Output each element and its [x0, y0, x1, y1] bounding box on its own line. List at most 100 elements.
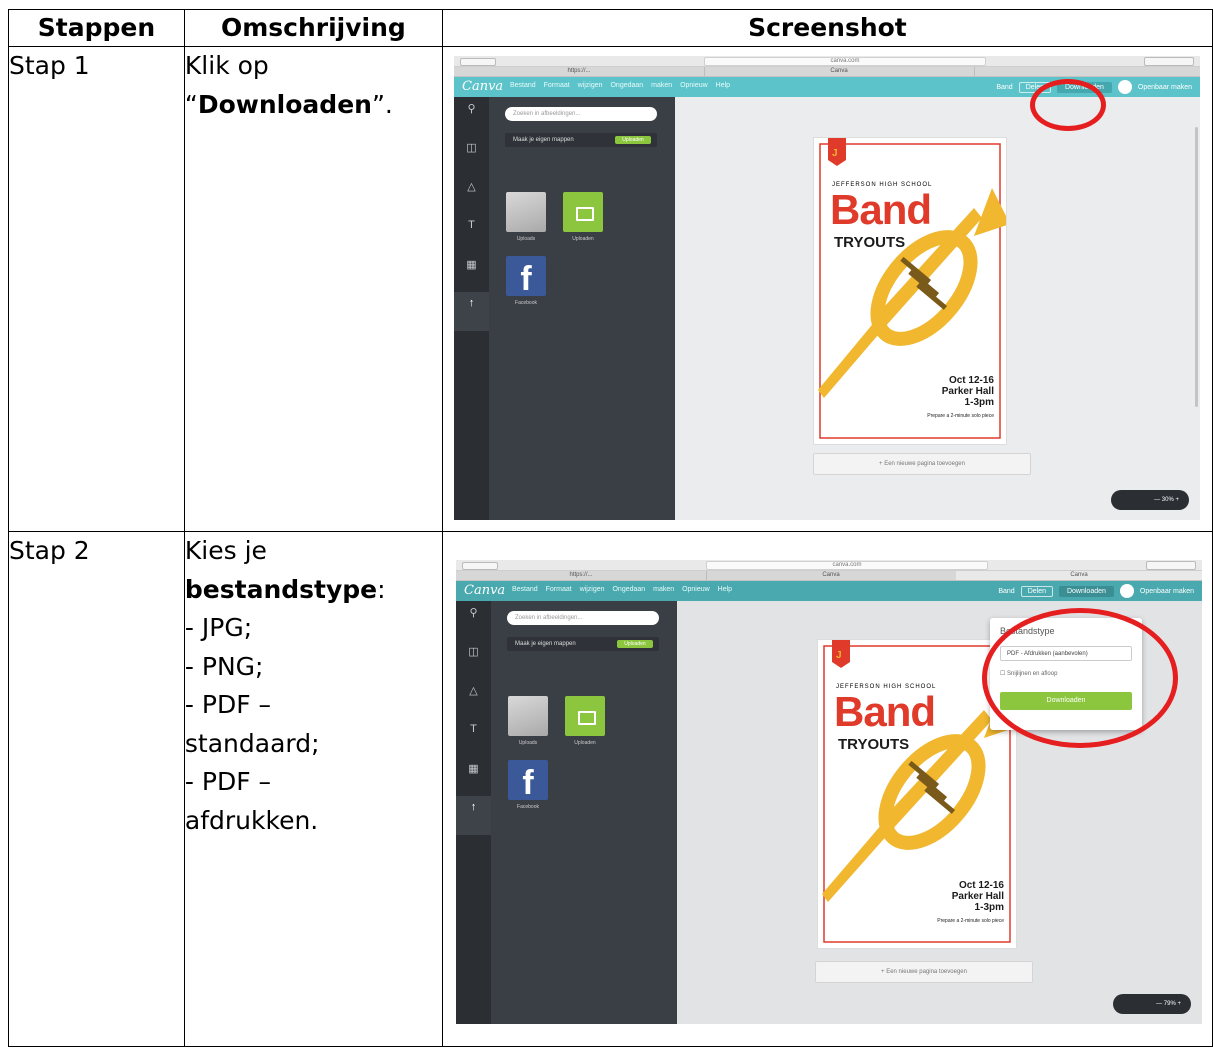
sidebar-background-icon[interactable]: ▦: [454, 253, 489, 292]
download-button[interactable]: Downloaden: [1058, 585, 1114, 597]
step-2-item: afdrukken.: [184, 805, 319, 835]
step-2-item: - PDF –: [184, 690, 272, 719]
publish-button[interactable]: Openbaar maken: [1140, 588, 1194, 595]
upload-button[interactable]: Uploaden: [615, 136, 651, 144]
highlight-download-ring: [1030, 79, 1106, 131]
browser-tabs: https://... Canva: [454, 67, 1200, 77]
zoom-control[interactable]: — 30% +: [1111, 490, 1189, 510]
canva-logo: Canva: [462, 79, 504, 94]
publish-button[interactable]: Openbaar maken: [1138, 84, 1192, 91]
canva-menu[interactable]: Bestand Formaat wijzigen Ongedaan maken …: [512, 586, 732, 593]
zoom-control[interactable]: — 79% +: [1113, 994, 1191, 1014]
highlight-dropdown-ring: [982, 608, 1178, 748]
canva-topbar: Canva Bestand Formaat wijzigen Ongedaan …: [456, 581, 1202, 601]
sidebar-elements-icon[interactable]: △: [456, 679, 491, 718]
toggle-icon[interactable]: [1117, 80, 1132, 94]
svg-text:J: J: [832, 148, 838, 159]
design-canvas: J JEFFERSON HIGH SCHOOL Band TRYOUTS Oct…: [675, 97, 1200, 520]
browser-chrome: canva.com: [454, 56, 1200, 67]
step-1-line1: Klik op: [184, 51, 269, 80]
browser-tab[interactable]: https://...: [456, 571, 707, 580]
browser-tab[interactable]: Canva: [956, 571, 1202, 580]
poster-date: Oct 12-16: [958, 880, 1004, 891]
header-description: Omschrijving: [183, 9, 443, 47]
facebook-icon[interactable]: f: [508, 760, 548, 802]
band-label: Band: [996, 83, 1013, 91]
sidebar-layouts-icon[interactable]: ◫: [456, 640, 491, 679]
uploads-panel: Zoeken in afbeeldingen... Maak je eigen …: [491, 601, 677, 1024]
search-input[interactable]: Zoeken in afbeeldingen...: [505, 107, 657, 121]
address-bar[interactable]: canva.com: [704, 57, 986, 66]
browser-buttons[interactable]: [1146, 561, 1196, 570]
poster-note: Prepare a 2-minute solo piece: [937, 918, 1004, 924]
upload-label: Uploaden: [574, 740, 596, 746]
poster-place: Parker Hall: [951, 891, 1004, 902]
upload-button[interactable]: Uploaden: [617, 640, 653, 648]
add-page-button[interactable]: + Een nieuwe pagina toevoegen: [815, 961, 1033, 983]
image-placeholder-icon[interactable]: [506, 192, 546, 232]
sidebar-layouts-icon[interactable]: ◫: [454, 136, 489, 175]
step-2-item: standaard;: [184, 728, 320, 758]
browser-tab[interactable]: Canva: [704, 67, 975, 76]
browser-chrome: canva.com: [456, 560, 1202, 571]
step-1-label: Stap 1: [8, 46, 185, 532]
band-label: Band: [998, 587, 1015, 595]
share-button[interactable]: Delen: [1020, 585, 1053, 597]
canva-logo: Canva: [464, 583, 506, 598]
poster-band: Band: [834, 688, 936, 735]
canva-screenshot-1: canva.com https://... Canva Canva Bestan…: [454, 56, 1200, 520]
toggle-icon[interactable]: [1119, 584, 1134, 598]
uploads-label: Uploads: [518, 740, 538, 746]
canva-sidebar: ⚲ ◫ △ T ▦ ↑: [454, 97, 489, 520]
facebook-icon[interactable]: f: [506, 256, 546, 298]
scrollbar[interactable]: [1195, 127, 1198, 407]
step-2-line1: Kies je: [184, 536, 267, 565]
sidebar-search-icon[interactable]: ⚲: [454, 97, 489, 136]
browser-tabs: https://... Canva Canva: [456, 571, 1202, 581]
image-placeholder-icon[interactable]: [508, 696, 548, 736]
browser-tab[interactable]: Canva: [706, 571, 957, 580]
step-1-description: Klik op “Downloaden”.: [183, 46, 443, 532]
step-2-item: - PDF –: [184, 767, 272, 796]
step-2-line2: bestandstype:: [184, 574, 386, 604]
sidebar-text-icon[interactable]: T: [454, 214, 489, 253]
browser-tab[interactable]: https://...: [454, 67, 705, 76]
uploads-label: Uploads: [516, 236, 536, 242]
facebook-label: Facebook: [515, 300, 537, 306]
step-2-description: Kies je bestandstype: - JPG; - PNG; - PD…: [183, 531, 443, 1047]
canva-screenshot-2: canva.com https://... Canva Canva Canva …: [456, 560, 1202, 1024]
add-page-button[interactable]: + Een nieuwe pagina toevoegen: [813, 453, 1031, 475]
green-upload-icon[interactable]: [565, 696, 605, 736]
folder-bar: Maak je eigen mappen Uploaden: [507, 637, 659, 651]
band-poster[interactable]: J JEFFERSON HIGH SCHOOL Band TRYOUTS Oct…: [813, 137, 1007, 445]
poster-tryouts: TRYOUTS: [834, 234, 906, 251]
poster-date: Oct 12-16: [948, 375, 994, 386]
address-bar[interactable]: canva.com: [706, 561, 988, 570]
green-upload-icon[interactable]: [563, 192, 603, 232]
step-2-label: Stap 2: [8, 531, 185, 1047]
uploads-panel: Zoeken in afbeeldingen... Maak je eigen …: [489, 97, 675, 520]
search-input[interactable]: Zoeken in afbeeldingen...: [507, 611, 659, 625]
step-2-item: - JPG;: [184, 613, 253, 642]
sidebar-elements-icon[interactable]: △: [454, 175, 489, 214]
window-controls[interactable]: [460, 58, 496, 66]
step-2-item: - PNG;: [184, 651, 264, 681]
browser-buttons[interactable]: [1144, 57, 1194, 66]
poster-time: 1-3pm: [964, 397, 994, 408]
sidebar-background-icon[interactable]: ▦: [456, 757, 491, 796]
poster-tryouts: TRYOUTS: [838, 736, 910, 753]
poster-place: Parker Hall: [941, 386, 994, 397]
poster-band: Band: [830, 186, 932, 233]
poster-time: 1-3pm: [974, 902, 1004, 913]
sidebar-search-icon[interactable]: ⚲: [456, 601, 491, 640]
upload-label: Uploaden: [572, 236, 594, 242]
folder-bar: Maak je eigen mappen Uploaden: [505, 133, 657, 147]
sidebar-uploads-icon[interactable]: ↑: [456, 796, 491, 835]
sidebar-uploads-icon[interactable]: ↑: [454, 292, 489, 331]
facebook-label: Facebook: [517, 804, 539, 810]
header-steps: Stappen: [8, 9, 185, 47]
canva-sidebar: ⚲ ◫ △ T ▦ ↑: [456, 601, 491, 1024]
window-controls[interactable]: [462, 562, 498, 570]
sidebar-text-icon[interactable]: T: [456, 718, 491, 757]
canva-menu[interactable]: Bestand Formaat wijzigen Ongedaan maken …: [510, 82, 730, 89]
